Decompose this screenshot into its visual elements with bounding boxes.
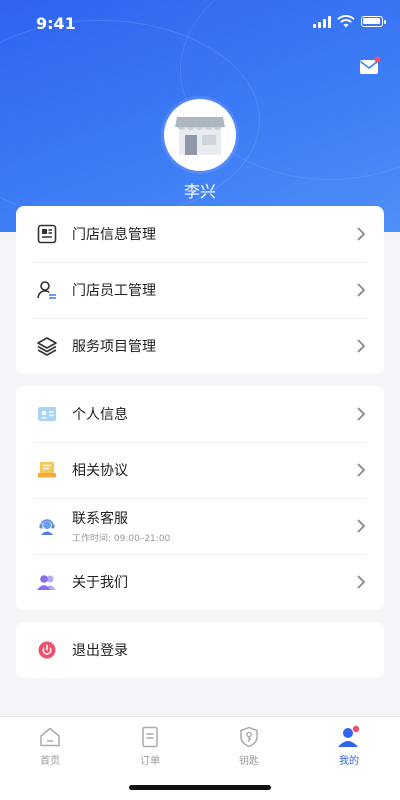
key-icon <box>219 725 279 749</box>
logout-button[interactable]: 退出登录 <box>16 622 384 678</box>
customer-service-icon <box>36 515 58 537</box>
status-bar: 9:41 <box>0 0 400 44</box>
signal-icon <box>313 16 331 28</box>
menu-item-about-us[interactable]: 关于我们 <box>16 554 384 610</box>
menu-item-label: 门店信息管理 <box>72 227 156 243</box>
menu-item-agreements[interactable]: 相关协议 <box>16 442 384 498</box>
wifi-icon <box>337 15 355 28</box>
status-time: 9:41 <box>36 14 76 33</box>
logout-label: 退出登录 <box>72 643 128 659</box>
menu-item-store-info[interactable]: 门店信息管理 <box>16 206 384 262</box>
people-icon <box>36 571 58 593</box>
menu-item-label: 关于我们 <box>72 575 128 591</box>
battery-icon <box>361 16 386 27</box>
store-avatar-icon <box>175 117 225 155</box>
avatar[interactable] <box>164 99 236 171</box>
menu-item-label: 服务项目管理 <box>72 339 156 355</box>
working-hours: 工作时间: 09:00–21:00 <box>72 534 171 544</box>
store-info-icon <box>36 223 58 245</box>
menu-item-personal-info[interactable]: 个人信息 <box>16 386 384 442</box>
tab-label: 我的 <box>339 756 359 767</box>
staff-icon <box>36 279 58 301</box>
chevron-right-icon <box>357 339 366 353</box>
tab-orders[interactable]: 订单 <box>120 725 180 767</box>
username: 李兴 <box>183 182 216 201</box>
layers-icon <box>36 335 58 357</box>
chevron-right-icon <box>357 407 366 421</box>
chevron-right-icon <box>357 519 366 533</box>
id-card-icon <box>36 403 58 425</box>
menu-item-service-items[interactable]: 服务项目管理 <box>16 318 384 374</box>
menu-item-label: 联系客服 <box>72 511 128 527</box>
order-icon <box>120 725 180 749</box>
home-icon <box>20 725 80 749</box>
menu-item-label: 相关协议 <box>72 463 128 479</box>
agreement-icon <box>36 459 58 481</box>
menu-item-label: 门店员工管理 <box>72 283 156 299</box>
menu-item-customer-service[interactable]: 联系客服 工作时间: 09:00–21:00 <box>16 498 384 554</box>
tab-home[interactable]: 首页 <box>20 725 80 767</box>
menu-item-label: 个人信息 <box>72 407 128 423</box>
tab-label: 订单 <box>140 756 160 767</box>
chevron-right-icon <box>357 575 366 589</box>
chevron-right-icon <box>357 227 366 241</box>
home-indicator <box>129 785 271 790</box>
menu-item-store-staff[interactable]: 门店员工管理 <box>16 262 384 318</box>
tab-keys[interactable]: 钥匙 <box>219 725 279 767</box>
store-management-card: 门店信息管理 门店员工管理 服务项目管理 <box>16 206 384 374</box>
chevron-right-icon <box>357 463 366 477</box>
tab-label: 钥匙 <box>239 756 259 767</box>
account-card: 个人信息 相关协议 联系客服 工作时间: 09:00–21:00 关于我们 <box>16 386 384 610</box>
tab-mine[interactable]: 我的 <box>319 725 379 767</box>
chevron-right-icon <box>357 283 366 297</box>
notification-badge <box>374 56 381 63</box>
mail-icon[interactable] <box>359 56 381 76</box>
tab-label: 首页 <box>40 756 60 767</box>
logout-card: 退出登录 <box>16 622 384 678</box>
power-icon <box>36 639 58 661</box>
profile-icon <box>319 725 379 749</box>
